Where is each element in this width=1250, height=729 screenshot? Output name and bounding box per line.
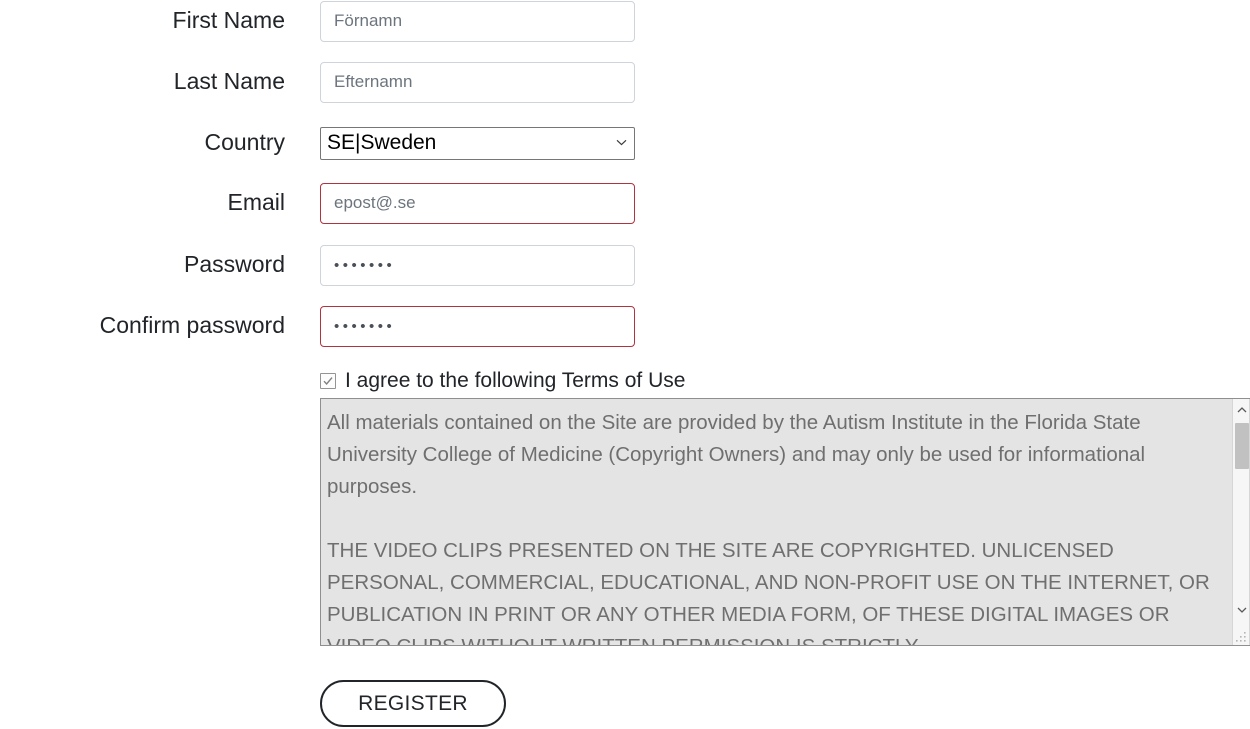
- confirm-password-value: •••••••: [334, 317, 396, 335]
- scroll-up-arrow-icon[interactable]: [1233, 401, 1250, 419]
- register-button[interactable]: REGISTER: [320, 680, 506, 727]
- terms-agree-checkbox[interactable]: [320, 372, 336, 389]
- chevron-down-icon: [616, 137, 627, 148]
- form-row-confirm-password: Confirm password •••••••: [0, 305, 635, 347]
- field-wrap-last-name: Efternamn: [320, 61, 635, 103]
- resize-grip-icon[interactable]: [1234, 630, 1248, 644]
- label-country: Country: [204, 129, 285, 156]
- confirm-password-input[interactable]: •••••••: [320, 305, 635, 347]
- password-input[interactable]: •••••••: [320, 244, 635, 286]
- registration-form-page: First Name Förnamn Last Name Efternamn C…: [0, 0, 1250, 729]
- scrollbar-thumb[interactable]: [1235, 423, 1249, 469]
- email-value: epost@.se: [334, 193, 416, 212]
- country-select-value: SE|Sweden: [327, 131, 437, 154]
- form-row-password: Password •••••••: [0, 244, 635, 286]
- terms-of-use-text: All materials contained on the Site are …: [327, 411, 1210, 645]
- label-confirm-password: Confirm password: [99, 312, 285, 339]
- form-row-first-name: First Name Förnamn: [0, 0, 635, 42]
- terms-of-use-textarea[interactable]: All materials contained on the Site are …: [320, 398, 1250, 646]
- field-wrap-country: SE|Sweden: [320, 126, 635, 160]
- scroll-down-arrow-icon[interactable]: [1233, 601, 1250, 619]
- terms-agree-label: I agree to the following Terms of Use: [345, 369, 686, 392]
- field-wrap-password: •••••••: [320, 244, 635, 286]
- terms-agreement-row[interactable]: I agree to the following Terms of Use: [320, 370, 685, 391]
- form-row-country: Country SE|Sweden: [0, 122, 635, 164]
- label-email: Email: [227, 189, 285, 216]
- country-select[interactable]: SE|Sweden: [320, 126, 635, 160]
- field-wrap-email: epost@.se: [320, 182, 635, 224]
- email-input[interactable]: epost@.se: [320, 182, 635, 224]
- label-first-name: First Name: [172, 7, 285, 34]
- first-name-value: Förnamn: [334, 11, 403, 30]
- register-button-label: REGISTER: [358, 691, 468, 715]
- password-value: •••••••: [334, 256, 396, 274]
- last-name-value: Efternamn: [334, 72, 413, 91]
- last-name-input[interactable]: Efternamn: [320, 61, 635, 103]
- field-wrap-first-name: Förnamn: [320, 0, 635, 42]
- label-last-name: Last Name: [173, 68, 285, 95]
- terms-scrollbar[interactable]: [1232, 399, 1250, 645]
- label-password: Password: [184, 251, 285, 278]
- first-name-input[interactable]: Förnamn: [320, 0, 635, 42]
- form-row-last-name: Last Name Efternamn: [0, 61, 635, 103]
- form-row-email: Email epost@.se: [0, 182, 635, 224]
- field-wrap-confirm-password: •••••••: [320, 305, 635, 347]
- check-icon: [323, 376, 333, 385]
